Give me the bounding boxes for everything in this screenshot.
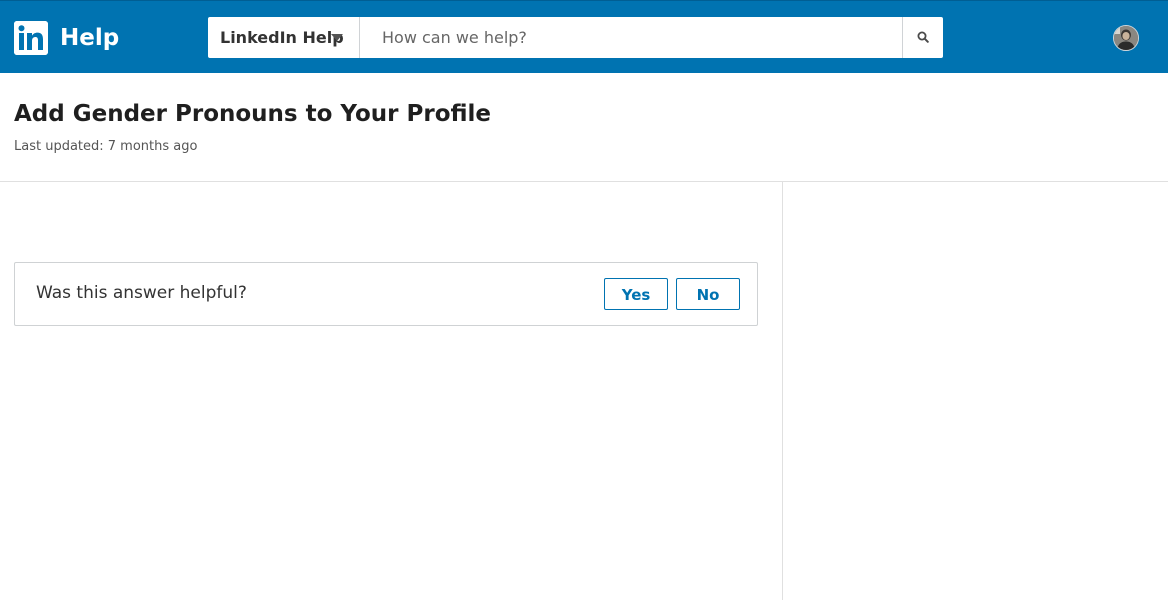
chevron-down-icon [331,34,343,41]
no-button[interactable]: No [676,278,740,310]
help-title[interactable]: Help [60,23,119,53]
search-input[interactable] [360,17,902,58]
search-bar: LinkedIn Help [208,17,943,58]
search-scope-label: LinkedIn Help [220,28,344,47]
top-navigation-bar: Help LinkedIn Help [0,0,1168,73]
linkedin-logo-icon[interactable] [14,21,48,55]
feedback-panel: Was this answer helpful? Yes No [14,262,758,326]
user-avatar[interactable] [1113,25,1139,51]
search-button[interactable] [902,17,943,58]
yes-button[interactable]: Yes [604,278,668,310]
right-rail-divider [782,182,783,600]
search-scope-dropdown[interactable]: LinkedIn Help [208,17,360,58]
article-header: Add Gender Pronouns to Your Profile Last… [0,73,1168,182]
search-icon [917,31,929,43]
last-updated-text: Last updated: 7 months ago [14,139,198,154]
feedback-question: Was this answer helpful? [36,283,247,303]
page-title: Add Gender Pronouns to Your Profile [14,101,492,127]
